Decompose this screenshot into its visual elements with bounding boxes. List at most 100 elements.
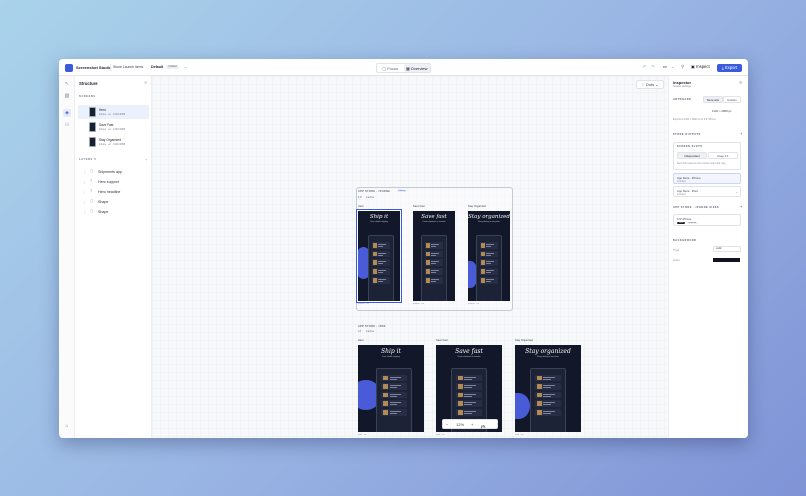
package-icon xyxy=(480,260,485,266)
layer-row[interactable]: ⋮ T Hero headline xyxy=(81,187,147,196)
image-icon[interactable]: ▧ xyxy=(63,92,71,100)
screen-label: Save Fast xyxy=(413,205,425,208)
store-size-button[interactable]: Store size xyxy=(703,96,723,103)
screen-headline: Stay organized xyxy=(525,347,571,355)
drag-handle-icon[interactable]: ⋮ xyxy=(83,190,86,194)
layers-icon[interactable]: ◈ xyxy=(63,109,71,117)
shipment-row xyxy=(424,277,444,285)
text-line xyxy=(377,252,386,254)
settings-icon[interactable]: ⚙ xyxy=(739,80,743,85)
keep-ratio-button[interactable]: Keep 1:1 xyxy=(708,152,738,159)
chevron-down-icon: ⌄ xyxy=(654,82,659,87)
undo-icon[interactable]: ↶ xyxy=(643,64,646,69)
layer-name: Hero support xyxy=(98,179,119,184)
export-button[interactable]: ⤓ Export xyxy=(717,63,742,72)
link-icon[interactable]: ⚲ xyxy=(681,64,684,70)
overview-button[interactable]: ▦ Overview xyxy=(403,64,430,72)
screen-item[interactable]: Hero iphone · en · 1320×2868 xyxy=(78,105,149,119)
close-icon[interactable]: ✕ xyxy=(144,80,147,85)
screen-label: Hero xyxy=(358,205,364,208)
screen-preview[interactable]: Ship it Fast, reliable shipping xyxy=(358,345,424,432)
size-card[interactable]: 6.9" iPhone 1320 required xyxy=(673,214,741,226)
drag-handle-icon[interactable]: ⋮ xyxy=(83,180,86,184)
shipment-row xyxy=(534,391,562,399)
drag-handle-icon[interactable]: ⋮ xyxy=(83,200,86,204)
screen-preview[interactable]: Save fast Create shipments in seconds xyxy=(413,211,455,301)
text-line xyxy=(389,412,398,414)
zoom-level[interactable]: 12% xyxy=(456,422,464,427)
screen-item[interactable]: Save Fast iphone · en · 1320×2868 xyxy=(78,120,149,134)
package-icon xyxy=(425,242,430,248)
output-card-iphone[interactable]: App Store · iPhone Included xyxy=(673,173,741,184)
chevron-down-icon[interactable]: ⌄ xyxy=(671,64,674,69)
screen-name: Stay Organized xyxy=(99,138,121,142)
chevron-right-icon[interactable]: › xyxy=(736,190,737,194)
add-output-icon[interactable]: + xyxy=(740,131,742,136)
output-card-ipad[interactable]: App Store · iPad Included › xyxy=(673,186,741,197)
redo-icon[interactable]: ↷ xyxy=(651,64,654,69)
package-icon xyxy=(425,269,430,275)
text-line xyxy=(377,245,384,247)
screen-meta: iphone · en xyxy=(413,303,424,305)
user-icon[interactable]: ⚇ xyxy=(63,121,71,129)
inspect-button[interactable]: ▣ Inspect xyxy=(691,64,710,69)
shipment-row xyxy=(381,391,408,399)
help-icon[interactable]: ⌂ xyxy=(63,422,71,430)
project-name[interactable]: Stone Launch Items xyxy=(113,65,143,69)
canvas[interactable]: ⁘ Dots ⌄ APP STORE · IPHONE Editing 6.9"… xyxy=(152,76,668,438)
text-line xyxy=(485,272,492,274)
screen-preview[interactable]: Stay organized Every delivery in one plac… xyxy=(468,211,510,301)
text-layer-icon: T xyxy=(90,189,93,193)
add-layer-icon[interactable]: + xyxy=(145,157,147,162)
focus-icon: ▢ xyxy=(382,65,387,71)
package-icon xyxy=(457,401,463,407)
background-color-swatch[interactable] xyxy=(713,258,740,262)
drag-handle-icon[interactable]: ⋮ xyxy=(83,210,86,214)
screen-label: Stay Organized xyxy=(515,339,533,342)
focus-button[interactable]: ▢ Focus xyxy=(377,64,404,72)
group-label: APP STORE · IPHONE xyxy=(358,190,391,193)
language-select[interactable]: en xyxy=(663,65,667,69)
screen-headline: Stay organized xyxy=(468,213,510,220)
artboard-section-label: ARTBOARD xyxy=(673,98,692,101)
package-icon xyxy=(536,384,542,389)
shipment-row xyxy=(479,241,499,249)
package-icon xyxy=(382,409,389,415)
preset-name[interactable]: Default xyxy=(151,65,163,69)
text-line xyxy=(389,395,398,397)
chevron-down-icon[interactable]: ⌄ xyxy=(184,64,187,69)
screen-item[interactable]: Stay Organized iphone · en · 1320×2868 xyxy=(78,135,149,149)
screen-preview[interactable]: Stay organized Every delivery in one plac… xyxy=(515,345,581,432)
package-icon xyxy=(536,409,542,415)
background-type-select[interactable]: solid xyxy=(713,246,741,252)
size-badge: inactive xyxy=(366,330,375,333)
package-icon xyxy=(457,384,463,389)
add-size-icon[interactable]: + xyxy=(740,204,742,209)
independent-button[interactable]: Independent xyxy=(677,152,707,159)
screen-subheadline: Every delivery in one place xyxy=(537,355,559,358)
text-line xyxy=(464,412,473,414)
artboard-note: Exports at 1320 × 2868 px for 6.9" iPhon… xyxy=(673,119,716,121)
layer-name: Shape xyxy=(98,199,109,204)
layer-row[interactable]: ⋮ ▢ Shape xyxy=(81,197,147,206)
zoom-out-icon[interactable]: − xyxy=(446,422,448,427)
grid-style-select[interactable]: ⁘ Dots ⌄ xyxy=(636,80,664,89)
zoom-in-icon[interactable]: + xyxy=(471,422,473,427)
screen-preview[interactable]: Ship it Fast, reliable shipping xyxy=(356,209,402,303)
custom-size-button[interactable]: Custom xyxy=(723,96,741,103)
image-layer-icon: ▢ xyxy=(90,169,94,173)
layer-row[interactable]: ⋮ T Hero support xyxy=(81,177,147,186)
shape-layer-icon: ▢ xyxy=(90,209,94,213)
device-mockup xyxy=(529,368,567,432)
size-chip: 1320 xyxy=(677,221,685,225)
cursor-icon[interactable]: ↖ xyxy=(63,80,71,88)
group-label: APP STORE · IPAD xyxy=(358,325,386,328)
size-badge: inactive xyxy=(366,196,375,199)
inspect-icon: ▣ xyxy=(691,64,695,69)
top-bar: Screenshot Studio Stone Launch Items Def… xyxy=(59,59,748,76)
drag-handle-icon[interactable]: ⋮ xyxy=(83,170,86,174)
shipment-row xyxy=(455,409,483,416)
text-line xyxy=(430,263,437,265)
layer-row[interactable]: ⋮ ▢ Shipments app xyxy=(81,167,147,176)
layer-row[interactable]: ⋮ ▢ Shape xyxy=(81,207,147,216)
